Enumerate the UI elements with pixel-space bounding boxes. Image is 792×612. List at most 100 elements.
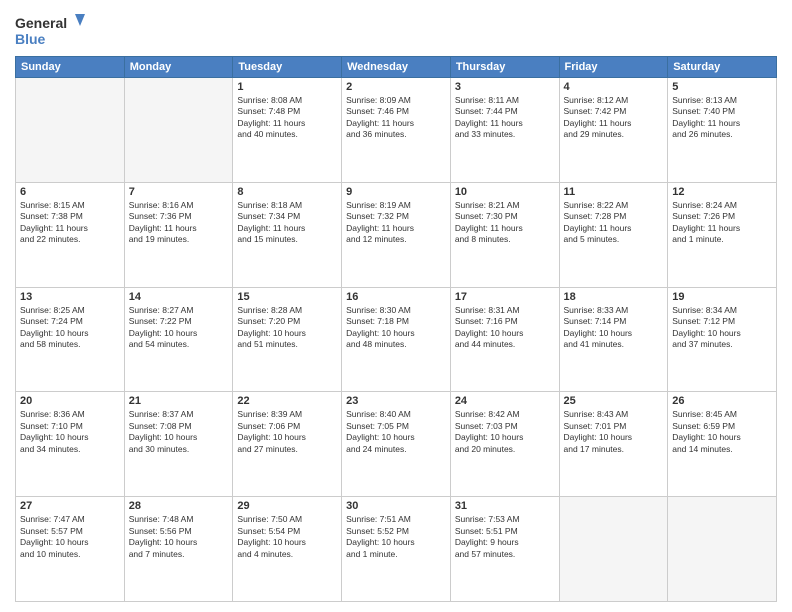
cell-info-line: Daylight: 11 hours <box>564 118 664 129</box>
cell-info-line: Sunset: 7:01 PM <box>564 421 664 432</box>
cell-info-line: and 14 minutes. <box>672 444 772 455</box>
calendar-cell: 5Sunrise: 8:13 AMSunset: 7:40 PMDaylight… <box>668 78 777 183</box>
calendar-cell: 25Sunrise: 8:43 AMSunset: 7:01 PMDayligh… <box>559 392 668 497</box>
day-number: 31 <box>455 500 555 512</box>
day-number: 10 <box>455 186 555 198</box>
cell-info-line: Sunset: 7:40 PM <box>672 106 772 117</box>
cell-info-line: Sunset: 5:54 PM <box>237 526 337 537</box>
cell-info-line: Sunset: 5:51 PM <box>455 526 555 537</box>
cell-info-line: and 37 minutes. <box>672 339 772 350</box>
cell-info-line: Sunrise: 8:13 AM <box>672 95 772 106</box>
day-number: 25 <box>564 395 664 407</box>
cell-info-line: Sunrise: 8:37 AM <box>129 409 229 420</box>
page: General Blue SundayMondayTuesdayWednesda… <box>0 0 792 612</box>
cell-info-line: Sunrise: 8:09 AM <box>346 95 446 106</box>
calendar-cell: 9Sunrise: 8:19 AMSunset: 7:32 PMDaylight… <box>342 182 451 287</box>
day-number: 22 <box>237 395 337 407</box>
cell-info-line: Daylight: 11 hours <box>346 118 446 129</box>
cell-info-line: Sunset: 7:10 PM <box>20 421 120 432</box>
calendar-cell: 30Sunrise: 7:51 AMSunset: 5:52 PMDayligh… <box>342 497 451 602</box>
calendar-cell: 4Sunrise: 8:12 AMSunset: 7:42 PMDaylight… <box>559 78 668 183</box>
cell-info-line: and 58 minutes. <box>20 339 120 350</box>
week-row-0: 1Sunrise: 8:08 AMSunset: 7:48 PMDaylight… <box>16 78 777 183</box>
cell-info-line: Daylight: 10 hours <box>129 328 229 339</box>
cell-info-line: Sunset: 7:03 PM <box>455 421 555 432</box>
cell-info-line: and 51 minutes. <box>237 339 337 350</box>
cell-info-line: Daylight: 9 hours <box>455 537 555 548</box>
cell-info-line: Sunrise: 8:43 AM <box>564 409 664 420</box>
weekday-header-thursday: Thursday <box>450 57 559 78</box>
calendar-cell: 26Sunrise: 8:45 AMSunset: 6:59 PMDayligh… <box>668 392 777 497</box>
week-row-2: 13Sunrise: 8:25 AMSunset: 7:24 PMDayligh… <box>16 287 777 392</box>
logo-svg: General Blue <box>15 10 85 50</box>
cell-info-line: and 54 minutes. <box>129 339 229 350</box>
calendar-cell: 12Sunrise: 8:24 AMSunset: 7:26 PMDayligh… <box>668 182 777 287</box>
calendar-cell: 28Sunrise: 7:48 AMSunset: 5:56 PMDayligh… <box>124 497 233 602</box>
cell-info-line: and 34 minutes. <box>20 444 120 455</box>
calendar-cell: 16Sunrise: 8:30 AMSunset: 7:18 PMDayligh… <box>342 287 451 392</box>
cell-info-line: Sunset: 7:06 PM <box>237 421 337 432</box>
day-number: 11 <box>564 186 664 198</box>
day-number: 24 <box>455 395 555 407</box>
day-number: 21 <box>129 395 229 407</box>
day-number: 15 <box>237 291 337 303</box>
weekday-header-tuesday: Tuesday <box>233 57 342 78</box>
cell-info-line: Sunrise: 8:40 AM <box>346 409 446 420</box>
day-number: 19 <box>672 291 772 303</box>
weekday-header-monday: Monday <box>124 57 233 78</box>
cell-info-line: Sunrise: 8:11 AM <box>455 95 555 106</box>
day-number: 30 <box>346 500 446 512</box>
calendar-cell: 31 Sunrise: 7:53 AMSunset: 5:51 PMDayligh… <box>450 497 559 602</box>
cell-info-line: Sunrise: 8:24 AM <box>672 200 772 211</box>
cell-info-line: and 4 minutes. <box>237 549 337 560</box>
day-number: 23 <box>346 395 446 407</box>
calendar-table: SundayMondayTuesdayWednesdayThursdayFrid… <box>15 56 777 602</box>
cell-info-line: Daylight: 10 hours <box>20 328 120 339</box>
cell-info-line: and 19 minutes. <box>129 234 229 245</box>
cell-info-line: and 1 minute. <box>672 234 772 245</box>
cell-info-line: Sunrise: 8:42 AM <box>455 409 555 420</box>
weekday-header-saturday: Saturday <box>668 57 777 78</box>
cell-info-line: and 36 minutes. <box>346 129 446 140</box>
cell-info-line: Daylight: 10 hours <box>672 432 772 443</box>
cell-info-line: Daylight: 11 hours <box>455 223 555 234</box>
cell-info-line: Sunset: 7:26 PM <box>672 211 772 222</box>
cell-info-line: Sunrise: 8:19 AM <box>346 200 446 211</box>
calendar-cell: 10Sunrise: 8:21 AMSunset: 7:30 PMDayligh… <box>450 182 559 287</box>
cell-info-line: Sunset: 7:32 PM <box>346 211 446 222</box>
cell-info-line: Daylight: 11 hours <box>129 223 229 234</box>
calendar-cell: 3Sunrise: 8:11 AMSunset: 7:44 PMDaylight… <box>450 78 559 183</box>
calendar-cell <box>124 78 233 183</box>
day-number: 16 <box>346 291 446 303</box>
cell-info-line: Sunset: 7:12 PM <box>672 316 772 327</box>
calendar-cell: 19Sunrise: 8:34 AMSunset: 7:12 PMDayligh… <box>668 287 777 392</box>
cell-info-line: and 44 minutes. <box>455 339 555 350</box>
weekday-header-sunday: Sunday <box>16 57 125 78</box>
day-number: 17 <box>455 291 555 303</box>
cell-info-line: Sunset: 5:56 PM <box>129 526 229 537</box>
cell-info-line: and 41 minutes. <box>564 339 664 350</box>
day-number: 4 <box>564 81 664 93</box>
day-number: 1 <box>237 81 337 93</box>
calendar-cell: 17Sunrise: 8:31 AMSunset: 7:16 PMDayligh… <box>450 287 559 392</box>
day-number: 14 <box>129 291 229 303</box>
logo: General Blue <box>15 10 85 50</box>
cell-info-line: Daylight: 10 hours <box>20 432 120 443</box>
cell-info-line: and 10 minutes. <box>20 549 120 560</box>
cell-info-line: Sunset: 7:16 PM <box>455 316 555 327</box>
cell-info-line: Sunrise: 7:53 AM <box>455 514 555 525</box>
cell-info-line: Daylight: 10 hours <box>237 537 337 548</box>
day-number: 18 <box>564 291 664 303</box>
cell-info-line: and 15 minutes. <box>237 234 337 245</box>
day-number: 28 <box>129 500 229 512</box>
cell-info-line: and 57 minutes. <box>455 549 555 560</box>
cell-info-line: Sunset: 7:48 PM <box>237 106 337 117</box>
cell-info-line: and 24 minutes. <box>346 444 446 455</box>
week-row-4: 27Sunrise: 7:47 AMSunset: 5:57 PMDayligh… <box>16 497 777 602</box>
cell-info-line: Sunset: 7:28 PM <box>564 211 664 222</box>
cell-info-line: Daylight: 11 hours <box>672 223 772 234</box>
day-number: 8 <box>237 186 337 198</box>
cell-info-line: and 22 minutes. <box>20 234 120 245</box>
cell-info-line: Daylight: 10 hours <box>455 328 555 339</box>
calendar-cell: 6Sunrise: 8:15 AMSunset: 7:38 PMDaylight… <box>16 182 125 287</box>
